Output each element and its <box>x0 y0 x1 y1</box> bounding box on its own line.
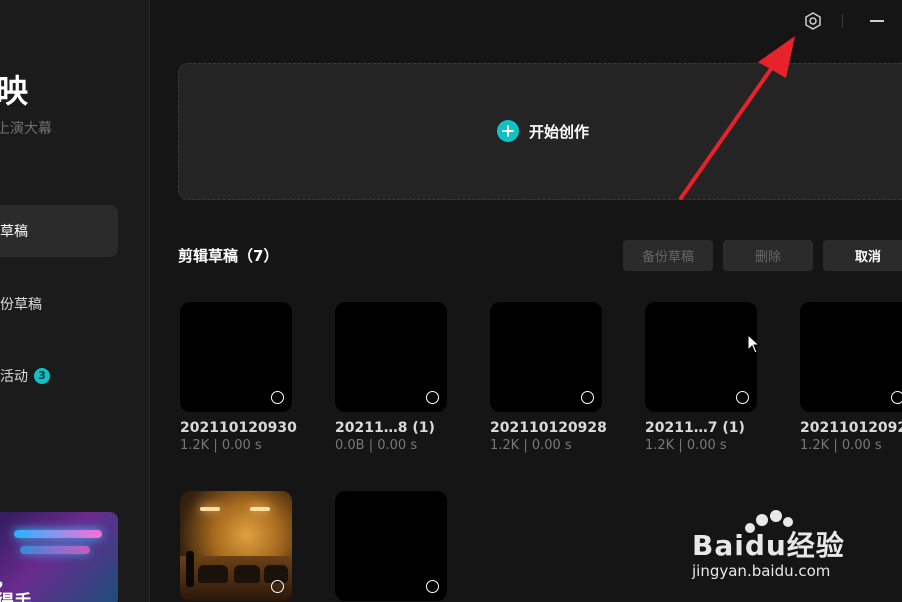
radio-icon[interactable] <box>271 391 284 404</box>
draft-meta: 1.2K | 0.00 s <box>645 438 727 453</box>
draft-card[interactable]: 20211…7 (1) 1.2K | 0.00 s <box>645 302 757 453</box>
radio-icon[interactable] <box>581 391 594 404</box>
draft-card[interactable]: 20211…8 (1) 0.0B | 0.00 s <box>335 302 447 453</box>
draft-thumbnail[interactable] <box>335 302 447 412</box>
watermark-text: Baidu经验 <box>692 529 845 562</box>
draft-card[interactable]: 202110120930 1.2K | 0.00 s <box>180 302 297 453</box>
thumbnail-graphic <box>234 565 260 583</box>
drafts-section-title: 剪辑草稿（7） <box>178 247 279 265</box>
watermark-subtext: jingyan.baidu.com <box>692 562 831 580</box>
promo-text-line: ， <box>0 570 32 592</box>
radio-icon[interactable] <box>736 391 749 404</box>
settings-icon[interactable] <box>802 10 824 32</box>
cancel-button[interactable]: 取消 <box>823 240 902 271</box>
minimize-icon[interactable] <box>870 20 884 22</box>
draft-thumbnail[interactable] <box>800 302 902 412</box>
draft-meta: 0.0B | 0.00 s <box>335 438 418 453</box>
promo-graphic <box>20 546 90 554</box>
draft-meta: 1.2K | 0.00 s <box>490 438 572 453</box>
thumbnail-graphic <box>186 551 194 587</box>
sidebar: 映 上演大幕 草稿 份草稿 活动 3 ， 得手 <box>0 0 150 602</box>
draft-meta: 1.2K | 0.00 s <box>800 438 882 453</box>
draft-thumbnail[interactable] <box>645 302 757 412</box>
draft-card[interactable]: 202110120928 1.2K | 0.00 s <box>490 302 607 453</box>
sidebar-item-drafts[interactable]: 草稿 <box>0 205 118 257</box>
start-create-button[interactable]: 开始创作 <box>497 120 589 142</box>
radio-icon[interactable] <box>891 391 902 404</box>
notification-badge: 3 <box>34 368 50 384</box>
draft-card[interactable] <box>335 491 447 601</box>
draft-thumbnail[interactable] <box>180 302 292 412</box>
app-slogan: 上演大幕 <box>0 121 52 137</box>
promo-banner[interactable]: ， 得手 <box>0 512 118 602</box>
backup-drafts-button[interactable]: 备份草稿 <box>623 240 713 271</box>
draft-name: 202110120930 <box>180 420 297 436</box>
promo-text: ， 得手 <box>0 570 32 602</box>
radio-icon[interactable] <box>426 580 439 593</box>
thumbnail-graphic <box>250 507 270 511</box>
thumbnail-graphic <box>198 565 228 583</box>
mouse-cursor-icon <box>747 334 761 354</box>
draft-thumbnail[interactable] <box>180 491 292 601</box>
draft-card[interactable] <box>180 491 292 601</box>
draft-name: 202110120927 <box>800 420 902 436</box>
draft-name: 20211…7 (1) <box>645 420 745 436</box>
draft-name: 20211…8 (1) <box>335 420 435 436</box>
radio-icon[interactable] <box>271 580 284 593</box>
draft-meta: 1.2K | 0.00 s <box>180 438 262 453</box>
app-brand: 映 <box>0 66 28 112</box>
draft-thumbnail[interactable] <box>490 302 602 412</box>
delete-button[interactable]: 删除 <box>723 240 813 271</box>
plus-icon <box>497 120 519 142</box>
sidebar-item-label: 草稿 <box>0 224 28 240</box>
promo-graphic <box>14 530 102 538</box>
sidebar-item-backup-drafts[interactable]: 份草稿 <box>0 278 118 330</box>
promo-text-line: 得手 <box>0 592 32 602</box>
toolbar-separator <box>842 14 843 28</box>
draft-name: 202110120928 <box>490 420 607 436</box>
radio-icon[interactable] <box>426 391 439 404</box>
draft-thumbnail[interactable] <box>335 491 447 601</box>
sidebar-item-label: 份草稿 <box>0 297 42 313</box>
sidebar-item-label: 活动 <box>0 369 28 385</box>
thumbnail-graphic <box>200 507 220 511</box>
draft-card[interactable]: 202110120927 1.2K | 0.00 s <box>800 302 902 453</box>
start-create-label: 开始创作 <box>529 122 590 141</box>
create-project-card[interactable]: 开始创作 <box>178 63 902 200</box>
sidebar-item-activities[interactable]: 活动 3 <box>0 350 118 402</box>
